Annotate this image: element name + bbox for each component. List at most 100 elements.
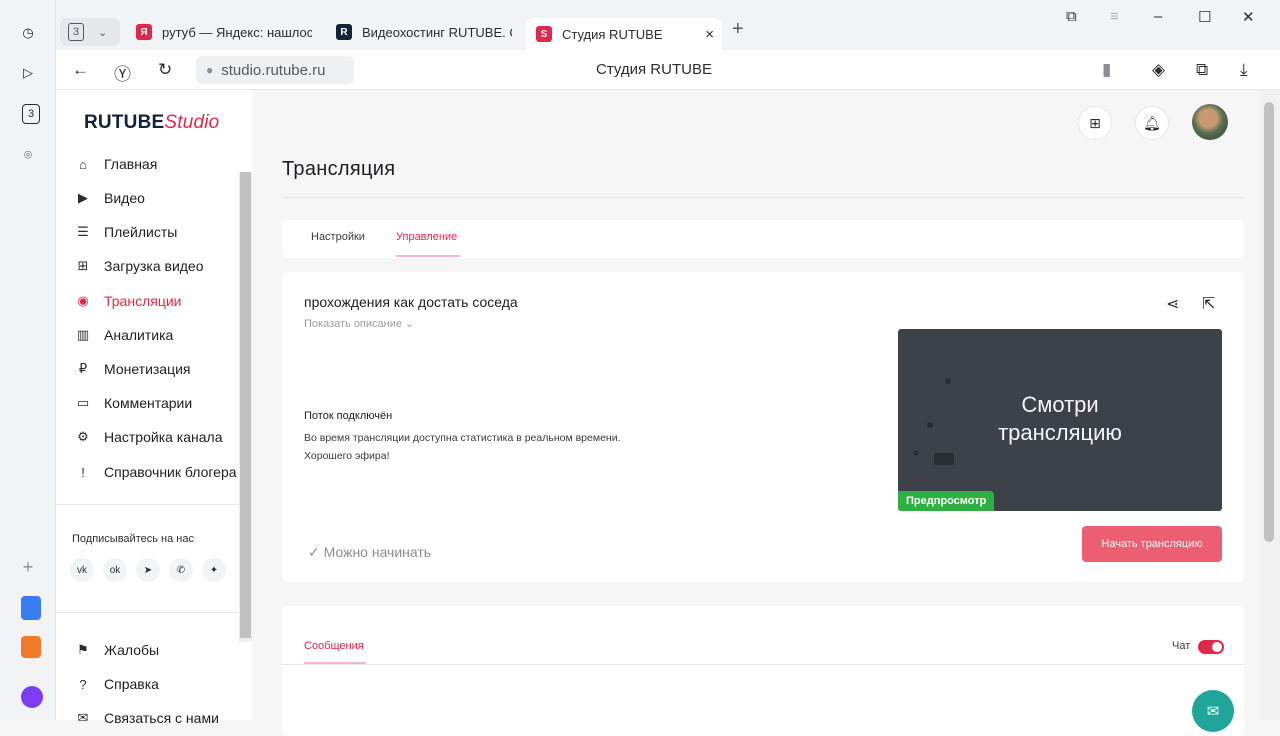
mail-app-icon[interactable] [21,636,41,658]
screenshot-icon[interactable]: ⌾ [17,144,39,166]
alice-icon[interactable] [21,686,43,708]
sidebar-item-label: Комментарии [104,395,193,411]
sidebar-item-home[interactable]: ⌂ Главная [74,149,244,179]
active-tab-indicator [396,255,460,257]
show-description-link[interactable]: Показать описание ⌄ [304,317,414,330]
yandex-favicon-icon: Я [136,24,152,40]
tab-title: рутуб — Яндекс: нашлось [162,24,312,40]
video-icon: ▶ [78,190,88,205]
tab-settings[interactable]: Настройки [311,231,365,243]
play-icon[interactable]: ▷ [17,62,39,84]
browser-side-rail: ◷ ▷ 3 ⌾ + [0,0,56,720]
sidebar-item-comments[interactable]: ▭ Комментарии [74,388,244,418]
sidebar-item-help[interactable]: ? Справка [74,669,244,699]
menu-icon[interactable]: ≡ [1110,8,1119,25]
status-title: Поток подключён [304,410,393,422]
docs-icon[interactable] [21,596,41,620]
browser-tab-studio[interactable]: S Студия RUTUBE × [526,18,722,50]
sidebar-item-label: Монетизация [104,361,191,377]
bookmarks-panel-icon[interactable]: ⧉ [1066,8,1077,25]
sidebar-item-label: Трансляции [104,293,182,309]
divider [56,504,240,505]
sidebar-item-label: Жалобы [104,642,160,658]
divider [282,197,1244,198]
stream-preview[interactable]: Смотри трансляцию Предпросмотр [898,329,1222,511]
close-window-icon[interactable]: ✕ [1242,8,1255,26]
sidebar-item-label: Справка [104,676,159,692]
upload-icon: ⊞ [77,258,89,273]
sidebar-item-playlists[interactable]: ☰ Плейлисты [74,217,244,247]
collections-icon[interactable]: ⧉ [1196,60,1208,80]
monetization-icon: ₽ [78,361,88,376]
tab-messages[interactable]: Сообщения [304,640,364,652]
sidebar-item-label: Плейлисты [104,224,178,240]
tab-strip: 3 ⌄ Я рутуб — Яндекс: нашлось R Видеохос… [56,0,1280,50]
support-chat-icon[interactable]: ✉ [1192,690,1234,732]
studio-favicon-icon: S [536,26,552,42]
status-text: Во время трансляции доступна статистика … [304,432,621,462]
sidebar-item-broadcasts[interactable]: ◉ Трансляции [74,286,244,316]
start-broadcast-button[interactable]: Начать трансляцию [1082,526,1222,562]
tab-group-button[interactable]: 3 ⌄ [60,18,120,46]
chat-toggle[interactable] [1198,640,1224,654]
playlist-icon: ☰ [77,224,89,239]
close-tab-icon[interactable]: × [705,26,714,43]
sidebar: RUTUBEStudio ⌂ Главная ▶ Видео ☰ Плейлисты … [56,90,252,726]
minimize-icon[interactable]: – [1154,8,1162,25]
sidebar-item-complaints[interactable]: ⚑ Жалобы [74,635,244,665]
sidebar-item-label: Аналитика [104,327,174,343]
tab-count-badge: 3 [68,23,84,41]
browser-tab-yandex[interactable]: Я рутуб — Яндекс: нашлось [126,18,322,46]
telegram-icon[interactable]: ➤ [136,558,160,582]
viber-icon[interactable]: ✆ [169,558,193,582]
history-icon[interactable]: ◷ [17,22,39,44]
sidebar-item-label: Видео [104,190,145,206]
comments-icon: ▭ [76,395,90,410]
stream-card: прохождения как достать соседа Показать … [282,272,1244,582]
sidebar-item-monetization[interactable]: ₽ Монетизация [74,354,244,384]
ready-status: ✓ Можно начинать [308,544,432,560]
yandex-icon[interactable]: Ⓨ [114,60,131,85]
scrollbar-thumb[interactable] [240,172,251,638]
sidebar-item-channel-settings[interactable]: ⚙ Настройка канала [74,422,244,452]
new-tab-icon[interactable]: + [732,18,744,41]
sidebar-item-video[interactable]: ▶ Видео [74,183,244,213]
open-external-icon[interactable]: ⇱ [1202,294,1215,314]
share-icon[interactable]: ⋖ [1166,294,1179,314]
maximize-icon[interactable]: ☐ [1198,8,1211,26]
vk-icon[interactable]: vk [70,558,94,582]
chat-toggle-label: Чат [1172,640,1191,652]
sidebar-scrollbar[interactable] [239,172,252,642]
sidebar-item-label: Настройка канала [104,429,223,445]
extension-icon[interactable]: ◈ [1152,60,1165,80]
browser-tab-rutube[interactable]: R Видеохостинг RUTUBE. С [326,18,522,46]
reload-icon[interactable]: ↻ [158,60,172,80]
back-icon[interactable]: ← [72,60,89,80]
home-icon: ⌂ [79,156,87,172]
rutube-studio-logo[interactable]: RUTUBEStudio [84,112,219,134]
url-field[interactable]: ● studio.rutube.ru [196,56,354,84]
create-icon[interactable]: ⊞ [1078,106,1112,140]
address-bar: ← Ⓨ ↻ ● studio.rutube.ru Студия RUTUBE ▮… [56,50,1280,90]
page-heading: Трансляция [282,158,396,180]
download-icon[interactable]: ⤓ [1240,60,1248,80]
bookmark-icon[interactable]: ▮ [1102,60,1111,80]
tab-title: Видеохостинг RUTUBE. С [362,24,512,40]
add-icon[interactable]: + [17,556,39,578]
tab-management[interactable]: Управление [396,231,457,243]
more-icon[interactable]: ✦ [202,558,226,582]
sidebar-item-upload[interactable]: ⊞ Загрузка видео [74,251,244,281]
sidebar-item-contact[interactable]: ✉ Связаться с нами [74,703,244,733]
url-text: studio.rutube.ru [221,61,326,79]
sidebar-item-analytics[interactable]: ▥ Аналитика [74,320,244,350]
sidebar-item-blogger-guide[interactable]: ! Справочник блогера [74,457,244,487]
preview-caption: Смотри трансляцию [998,392,1122,445]
scrollbar-thumb[interactable] [1264,102,1274,542]
ok-icon[interactable]: ok [103,558,127,582]
subtabs: Настройки Управление [282,220,1244,258]
avatar[interactable] [1192,104,1228,140]
page-scrollbar[interactable] [1260,90,1280,720]
subscribe-label: Подписывайтесь на нас [72,533,194,545]
tab-counter-icon[interactable]: 3 [22,104,40,124]
notifications-icon[interactable]: 🔔︎ [1135,106,1169,140]
